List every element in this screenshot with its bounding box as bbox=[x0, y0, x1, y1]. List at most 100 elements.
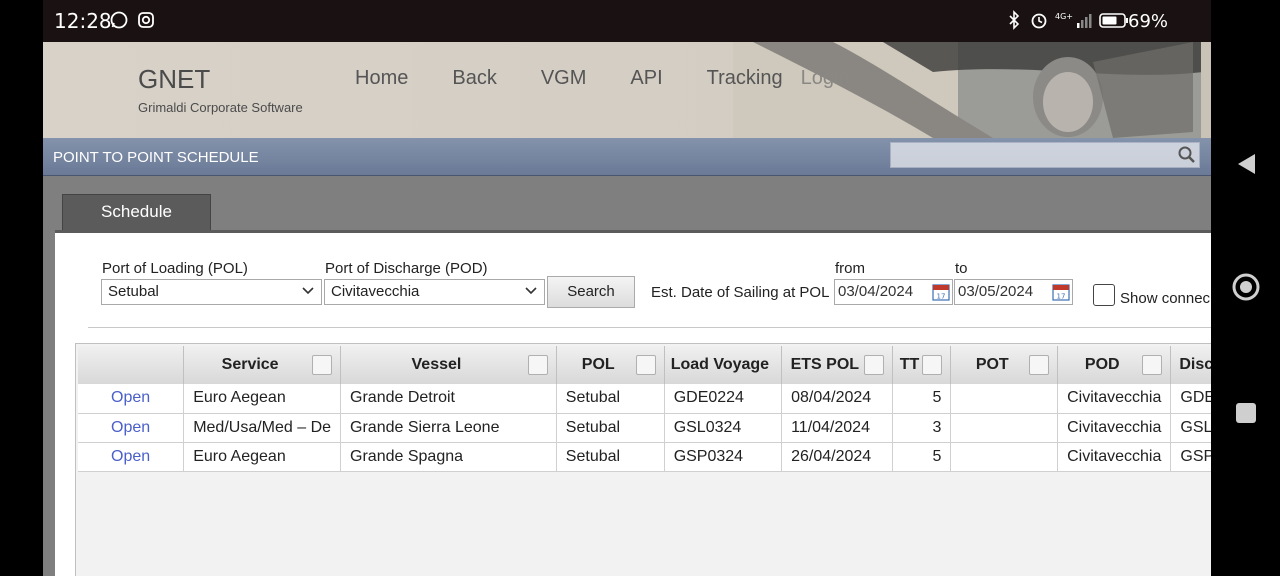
pod-label: Port of Discharge (POD) bbox=[325, 260, 488, 277]
cell-load-voyage: GDE0224 bbox=[664, 384, 783, 414]
col-header-open bbox=[78, 346, 185, 384]
cell-pol: Setubal bbox=[556, 442, 665, 472]
open-link[interactable]: Open bbox=[78, 413, 185, 443]
home-circle-icon[interactable] bbox=[1231, 272, 1261, 302]
column-menu-icon[interactable] bbox=[312, 355, 333, 375]
schedule-panel: Port of Loading (POL) Setubal Port of Di… bbox=[55, 230, 1211, 576]
column-menu-icon[interactable] bbox=[863, 355, 884, 375]
to-date-value: 03/05/2024 bbox=[958, 283, 1034, 300]
signal-4g-icon: 4G+ bbox=[1055, 12, 1092, 28]
page-title: POINT TO POINT SCHEDULE bbox=[53, 149, 259, 166]
cell-pot bbox=[950, 442, 1059, 472]
nav-api[interactable]: API bbox=[630, 67, 662, 90]
cell-vessel: Grande Spagna bbox=[340, 442, 557, 472]
cell-pot bbox=[950, 413, 1059, 443]
pol-selected-value: Setubal bbox=[108, 283, 159, 300]
column-menu-icon[interactable] bbox=[527, 355, 548, 375]
column-menu-icon[interactable] bbox=[922, 355, 943, 375]
cell-service: Med/Usa/Med – De bbox=[183, 413, 342, 443]
schedule-grid: Service Vessel POL Load Voyage ETS POL T… bbox=[75, 343, 1211, 576]
column-menu-icon[interactable] bbox=[635, 355, 656, 375]
from-date-input[interactable]: 03/04/2024 17 bbox=[834, 279, 953, 305]
col-header-discharge[interactable]: Disch bbox=[1170, 346, 1211, 384]
alarm-icon bbox=[1031, 13, 1047, 29]
col-header-vessel[interactable]: Vessel bbox=[340, 346, 557, 384]
cell-ets-pol: 26/04/2024 bbox=[781, 442, 893, 472]
svg-text:17: 17 bbox=[1057, 293, 1066, 301]
cell-tt: 5 bbox=[892, 442, 952, 472]
cell-pot bbox=[950, 384, 1059, 414]
nav-home[interactable]: Home bbox=[355, 67, 408, 90]
cell-ets-pol: 11/04/2024 bbox=[781, 413, 893, 443]
cell-discharge: GDE0 bbox=[1170, 384, 1211, 414]
status-bar: 12:28 4G+ 69% bbox=[43, 0, 1211, 42]
open-link[interactable]: Open bbox=[78, 384, 185, 414]
battery-percentage: 69% bbox=[1128, 11, 1169, 32]
to-label: to bbox=[955, 260, 968, 277]
search-button[interactable]: Search bbox=[547, 276, 635, 308]
from-date-value: 03/04/2024 bbox=[838, 283, 914, 300]
open-link[interactable]: Open bbox=[78, 442, 185, 472]
cell-discharge: GSL0 bbox=[1170, 413, 1211, 443]
col-header-pod[interactable]: POD bbox=[1057, 346, 1172, 384]
cell-discharge: GSP0 bbox=[1170, 442, 1211, 472]
pod-select[interactable]: Civitavecchia bbox=[324, 279, 545, 305]
search-icon[interactable] bbox=[1175, 144, 1199, 166]
schedule-tab-area: Schedule Port of Loading (POL) Setubal P… bbox=[43, 176, 1211, 576]
cell-pod: Civitavecchia bbox=[1057, 384, 1172, 414]
col-header-ets-pol[interactable]: ETS POL bbox=[781, 346, 893, 384]
recents-square-icon[interactable] bbox=[1235, 402, 1257, 424]
cell-pol: Setubal bbox=[556, 384, 665, 414]
pod-selected-value: Civitavecchia bbox=[331, 283, 420, 300]
page-title-bar: POINT TO POINT SCHEDULE bbox=[43, 138, 1211, 176]
android-nav-bar bbox=[1211, 0, 1280, 576]
column-menu-icon[interactable] bbox=[1029, 355, 1050, 375]
tab-schedule[interactable]: Schedule bbox=[62, 194, 211, 230]
date-label: Est. Date of Sailing at POL bbox=[651, 284, 830, 301]
chevron-down-icon bbox=[525, 287, 537, 295]
cell-pod: Civitavecchia bbox=[1057, 442, 1172, 472]
site-search-input[interactable] bbox=[890, 142, 1200, 168]
instagram-icon bbox=[138, 12, 154, 28]
to-date-input[interactable]: 03/05/2024 17 bbox=[954, 279, 1073, 305]
schedule-table: Service Vessel POL Load Voyage ETS POL T… bbox=[78, 346, 1211, 472]
table-row: Open Euro Aegean Grande Detroit Setubal … bbox=[78, 384, 1211, 414]
show-connections-label: Show connec bbox=[1120, 290, 1211, 307]
col-header-load-voyage[interactable]: Load Voyage bbox=[664, 346, 783, 384]
svg-text:17: 17 bbox=[937, 293, 946, 301]
bluetooth-icon bbox=[1009, 10, 1020, 30]
cell-vessel: Grande Sierra Leone bbox=[340, 413, 557, 443]
nav-vgm[interactable]: VGM bbox=[541, 67, 587, 90]
table-row: Open Euro Aegean Grande Spagna Setubal G… bbox=[78, 442, 1211, 472]
nav-back[interactable]: Back bbox=[452, 67, 496, 90]
show-connections-checkbox[interactable] bbox=[1093, 284, 1115, 306]
cell-tt: 3 bbox=[892, 413, 952, 443]
cell-tt: 5 bbox=[892, 384, 952, 414]
status-time: 12:28 bbox=[54, 9, 112, 33]
col-header-tt[interactable]: TT bbox=[892, 346, 952, 384]
calendar-icon[interactable]: 17 bbox=[932, 283, 950, 301]
col-header-pol[interactable]: POL bbox=[556, 346, 665, 384]
cell-service: Euro Aegean bbox=[183, 442, 342, 472]
browser-screen: 12:28 4G+ 69% GNET Grimaldi Corporate So… bbox=[43, 0, 1211, 576]
from-label: from bbox=[835, 260, 865, 277]
cell-load-voyage: GSP0324 bbox=[664, 442, 783, 472]
main-nav: Home Back VGM API Tracking Login bbox=[355, 67, 894, 90]
nav-login[interactable]: Login bbox=[801, 67, 850, 90]
col-header-pot[interactable]: POT bbox=[950, 346, 1059, 384]
table-row: Open Med/Usa/Med – De Grande Sierra Leon… bbox=[78, 413, 1211, 443]
svg-text:4G+: 4G+ bbox=[1055, 12, 1073, 21]
chevron-down-icon bbox=[302, 287, 314, 295]
cell-pod: Civitavecchia bbox=[1057, 413, 1172, 443]
cell-pol: Setubal bbox=[556, 413, 665, 443]
back-triangle-icon[interactable] bbox=[1235, 152, 1257, 176]
table-header-row: Service Vessel POL Load Voyage ETS POL T… bbox=[78, 346, 1211, 384]
cell-vessel: Grande Detroit bbox=[340, 384, 557, 414]
site-logo[interactable]: GNET bbox=[138, 64, 210, 95]
col-header-service[interactable]: Service bbox=[183, 346, 342, 384]
calendar-icon[interactable]: 17 bbox=[1052, 283, 1070, 301]
nav-tracking[interactable]: Tracking bbox=[707, 67, 783, 90]
column-menu-icon[interactable] bbox=[1142, 355, 1163, 375]
cell-load-voyage: GSL0324 bbox=[664, 413, 783, 443]
pol-select[interactable]: Setubal bbox=[101, 279, 322, 305]
